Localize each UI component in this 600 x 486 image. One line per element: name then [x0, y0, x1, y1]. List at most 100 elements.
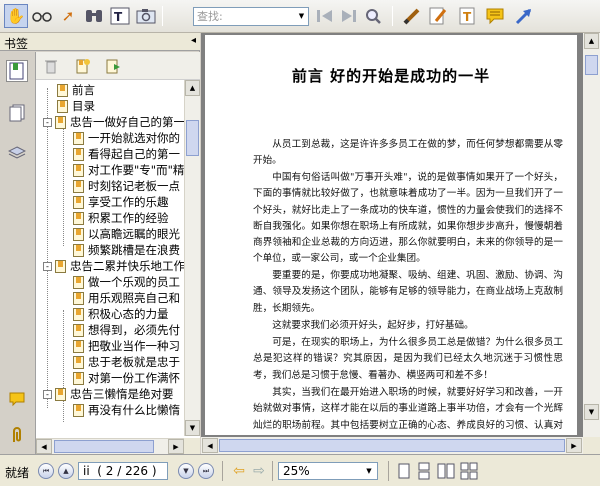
- bookmark-item[interactable]: - 忠告一做好自己的第一: [43, 114, 184, 130]
- search-options-icon[interactable]: [361, 4, 385, 28]
- bookmark-item[interactable]: 时刻铭记老板一点: [73, 178, 180, 194]
- edit-icon[interactable]: [426, 4, 450, 28]
- bookmark-icon: [73, 323, 84, 337]
- pages-tab-icon[interactable]: [6, 102, 28, 124]
- bookmark-label: 目录: [72, 99, 95, 113]
- scroll-down-icon[interactable]: ▼: [185, 420, 200, 436]
- hand-icon[interactable]: ✋: [4, 4, 28, 28]
- bookmark-item[interactable]: 用乐观照亮自己和: [73, 290, 180, 306]
- scroll-corner: [583, 437, 600, 454]
- search-next-icon[interactable]: [337, 4, 361, 28]
- text-note-icon[interactable]: T: [455, 4, 479, 28]
- facing-pages-icon[interactable]: [437, 461, 455, 481]
- last-page-icon[interactable]: ⏭: [198, 463, 214, 479]
- bookmark-item[interactable]: 前言: [57, 82, 95, 98]
- bookmark-icon: [73, 339, 84, 353]
- bookmark-item[interactable]: 把敬业当作一种习: [73, 338, 180, 354]
- bookmark-icon: [73, 211, 84, 225]
- new-bookmark-icon[interactable]: [74, 57, 92, 75]
- bookmark-vertical-scrollbar[interactable]: ▲ ▼: [184, 80, 200, 436]
- bookmark-item[interactable]: 积极心态的力量: [73, 306, 169, 322]
- bookmark-item[interactable]: 对第一份工作满怀: [73, 370, 180, 386]
- bookmarks-tab-icon[interactable]: [6, 60, 28, 82]
- bookmark-item[interactable]: 一开始就选对你的: [73, 130, 180, 146]
- collapse-panel-icon[interactable]: ◂: [191, 35, 196, 46]
- bookmark-item[interactable]: 再没有什么比懒惰: [73, 402, 180, 418]
- continuous-page-icon[interactable]: [415, 461, 433, 481]
- text-select-icon[interactable]: T: [108, 4, 132, 28]
- document-horizontal-scrollbar[interactable]: ◀ ▶: [201, 437, 583, 454]
- main-toolbar: ✋ ➚ T 查找: ▼ T: [0, 0, 600, 33]
- bookmark-item[interactable]: 频繁跳槽是在浪费: [73, 242, 180, 258]
- panel-title: 书签: [4, 37, 29, 51]
- document-page: 前言 好的开始是成功的一半 从员工到总裁，这是许许多多员工在做的梦，而任何梦想都…: [205, 35, 577, 435]
- glasses-icon[interactable]: [30, 4, 54, 28]
- back-arrow-icon[interactable]: ⇦: [230, 461, 248, 481]
- bookmark-item[interactable]: 享受工作的乐趣: [73, 194, 169, 210]
- next-page-icon[interactable]: ▼: [178, 463, 194, 479]
- attachments-tab-icon[interactable]: [6, 424, 28, 446]
- comment-icon[interactable]: [483, 4, 507, 28]
- page-paragraph: 其实，当我们在最开始进入职场的时候，就要好好学习和改善，一开始就做对事情，这样才…: [253, 387, 563, 431]
- collapse-toggle-icon[interactable]: -: [43, 261, 52, 271]
- scroll-up-icon[interactable]: ▲: [584, 33, 599, 49]
- layers-tab-icon[interactable]: [6, 142, 28, 164]
- bookmark-item[interactable]: - 忠告二累并快乐地工作: [43, 258, 184, 274]
- comments-tab-icon[interactable]: [6, 388, 28, 410]
- search-prev-icon[interactable]: [313, 4, 337, 28]
- bookmark-horizontal-scrollbar[interactable]: ◀ ▶: [36, 438, 184, 454]
- scroll-up-icon[interactable]: ▲: [185, 80, 200, 96]
- scroll-down-icon[interactable]: ▼: [584, 404, 599, 420]
- scroll-thumb[interactable]: [186, 120, 199, 156]
- previous-page-icon[interactable]: ▲: [58, 463, 74, 479]
- bookmark-item[interactable]: 做一个乐观的员工: [73, 274, 180, 290]
- scroll-thumb[interactable]: [219, 439, 565, 452]
- bookmark-label: 频繁跳槽是在浪费: [88, 243, 180, 257]
- arrow-icon[interactable]: [512, 4, 536, 28]
- highlight-icon[interactable]: [400, 4, 424, 28]
- chevron-down-icon[interactable]: ▼: [295, 8, 308, 25]
- bookmark-item[interactable]: 积累工作的经验: [73, 210, 169, 226]
- scroll-thumb[interactable]: [54, 440, 154, 453]
- binoculars-icon[interactable]: [82, 4, 106, 28]
- select-arrow-icon[interactable]: ➚: [56, 4, 80, 28]
- bookmark-item[interactable]: 忠于老板就是忠于: [73, 354, 180, 370]
- expand-bookmark-icon[interactable]: [104, 57, 122, 75]
- bookmark-label: 对第一份工作满怀: [88, 371, 180, 385]
- document-vertical-scrollbar[interactable]: ▲ ▼: [583, 33, 600, 437]
- scroll-thumb[interactable]: [585, 55, 598, 75]
- bookmark-icon: [73, 243, 84, 257]
- delete-bookmark-icon[interactable]: [42, 57, 60, 75]
- collapse-toggle-icon[interactable]: -: [43, 389, 52, 399]
- bookmark-item[interactable]: 以高瞻远瞩的眼光: [73, 226, 180, 242]
- bookmark-icon: [73, 355, 84, 369]
- scroll-right-icon[interactable]: ▶: [566, 438, 582, 453]
- search-input[interactable]: 查找: ▼: [193, 7, 309, 26]
- bookmark-item[interactable]: - 忠告三懒惰是绝对要: [43, 386, 174, 402]
- bookmark-label: 积极心态的力量: [88, 307, 169, 321]
- document-view[interactable]: 前言 好的开始是成功的一半 从员工到总裁，这是许许多多员工在做的梦，而任何梦想都…: [201, 33, 600, 454]
- bookmark-label: 以高瞻远瞩的眼光: [88, 227, 180, 241]
- bookmark-item[interactable]: 目录: [57, 98, 95, 114]
- bookmark-label: 再没有什么比懒惰: [88, 403, 180, 417]
- zoom-select[interactable]: 25% ▼: [278, 462, 378, 480]
- bookmark-item[interactable]: 对工作要"专"而"精: [73, 162, 184, 178]
- forward-arrow-icon[interactable]: ⇨: [250, 461, 268, 481]
- chevron-down-icon[interactable]: ▼: [362, 464, 376, 478]
- bookmark-icon: [73, 403, 84, 417]
- bookmark-item[interactable]: 看得起自己的第一: [73, 146, 180, 162]
- bookmark-label: 忠告一做好自己的第一: [70, 115, 184, 129]
- bookmark-icon: [73, 179, 84, 193]
- snapshot-icon[interactable]: [134, 4, 158, 28]
- bookmark-icon: [73, 131, 84, 145]
- first-page-icon[interactable]: ⏮: [38, 463, 54, 479]
- collapse-toggle-icon[interactable]: -: [43, 117, 52, 127]
- scroll-left-icon[interactable]: ◀: [36, 439, 52, 454]
- scroll-left-icon[interactable]: ◀: [202, 438, 218, 453]
- continuous-facing-icon[interactable]: [460, 461, 478, 481]
- scroll-right-icon[interactable]: ▶: [168, 439, 184, 454]
- page-number-field[interactable]: ii ( 2 / 226 ): [78, 462, 168, 480]
- single-page-icon[interactable]: [395, 461, 413, 481]
- bookmark-item[interactable]: 想得到，必须先付: [73, 322, 180, 338]
- bookmark-icon: [73, 163, 84, 177]
